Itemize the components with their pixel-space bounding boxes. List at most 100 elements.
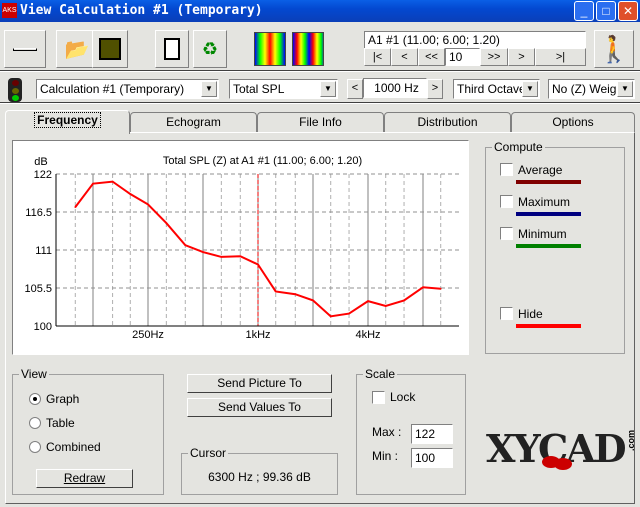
band-value: Third Octave [457,82,526,96]
view-table-label: Table [46,416,75,430]
chevron-down-icon[interactable]: ▼ [617,81,633,97]
data-point [274,290,277,293]
data-point [74,206,77,208]
walking-man-icon: 🚶 [597,33,631,64]
min-field[interactable]: 100 [411,448,453,468]
minimize-panel-icon [13,47,37,51]
compute-minimum-checkbox[interactable] [500,227,513,240]
compute-maximum-color-swatch [516,212,581,216]
data-point [92,182,94,185]
data-point [239,255,242,258]
data-point [111,180,114,183]
nav-prev-fast-button[interactable]: << [418,48,445,66]
view-graph-label: Graph [46,392,80,406]
compute-hide-checkbox[interactable] [500,307,513,320]
data-point [220,256,223,258]
nav-step-field[interactable]: 10 [445,48,480,66]
compute-group: Compute [485,140,625,354]
x-tick-label: 1kHz [245,329,270,341]
tab-file-info[interactable]: File Info [257,112,384,132]
nav-next-button[interactable]: > [508,48,535,66]
data-point [367,300,369,302]
redraw-label: Redraw [63,471,106,485]
collapse-button[interactable] [4,30,46,68]
data-point [147,203,149,206]
notepad-icon [164,38,180,60]
compute-maximum-label: Maximum [518,195,571,209]
chevron-down-icon[interactable]: ▼ [522,81,538,97]
data-point [439,287,442,290]
compute-average-color-swatch [516,180,581,184]
run-button[interactable]: 🚶 [594,30,634,68]
lock-checkbox[interactable] [372,391,385,404]
cursor-readout: 6300 Hz ; 99.36 dB [208,470,311,484]
data-point [329,315,332,318]
title-bar: View Calculation #1 (Temporary) [0,0,640,22]
frequency-chart: 122 116.5 111 105.5 100 250Hz 1kHz 4kHz dB Total … [12,140,469,355]
frequency-next-button[interactable]: > [427,79,443,99]
receiver-field[interactable]: A1 #1 (11.00; 6.00; 1.20) [364,31,586,49]
minimize-button[interactable]: _ [574,1,594,21]
quantity-value: Total SPL [233,82,285,96]
compute-minimum-color-swatch [516,244,581,248]
cursor-group: Cursor 6300 Hz ; 99.36 dB [181,446,338,495]
weighting-select[interactable]: No (Z) Weigh ▼ [548,79,635,99]
app-logo-icon: AKS [2,3,17,18]
band-select[interactable]: Third Octave ▼ [453,79,540,99]
data-point [312,299,314,302]
cursor-title: Cursor [188,446,229,460]
notes-button[interactable] [155,30,189,68]
view-combined-label: Combined [46,440,101,454]
send-picture-button[interactable]: Send Picture To [187,374,332,393]
compute-hide-label: Hide [518,307,543,321]
compute-average-checkbox[interactable] [500,163,513,176]
frequency-field[interactable]: 1000 Hz [363,78,427,98]
view-graph-radio[interactable] [29,393,41,405]
redraw-button[interactable]: Redraw [36,469,133,488]
lock-label: Lock [390,390,416,404]
min-label: Min : [372,449,399,463]
save-button[interactable] [92,30,128,68]
chevron-down-icon[interactable]: ▼ [201,81,217,97]
data-point [184,244,187,246]
scale-title: Scale [363,367,398,381]
view-combined-radio[interactable] [29,441,41,453]
nav-first-button[interactable]: |< [364,48,391,66]
nav-last-button[interactable]: >| [535,48,586,66]
y-tick-label: 105.5 [24,283,52,295]
nav-prev-button[interactable]: < [391,48,418,66]
tab-options[interactable]: Options [511,112,635,132]
close-button[interactable]: ✕ [618,1,638,21]
save-disk-icon [99,38,121,60]
tab-frequency[interactable]: Frequency [5,110,130,134]
frequency-prev-button[interactable]: < [347,79,363,99]
y-tick-label: 122 [34,169,52,181]
quantity-select[interactable]: Total SPL ▼ [229,79,338,99]
send-values-button[interactable]: Send Values To [187,398,332,417]
data-point [403,299,405,302]
x-tick-label: 4kHz [355,329,380,341]
max-label: Max : [372,425,402,439]
data-point [422,286,424,289]
toolbar-divider [0,102,640,104]
tab-echogram[interactable]: Echogram [130,112,257,132]
compute-maximum-checkbox[interactable] [500,195,513,208]
tab-distribution[interactable]: Distribution [384,112,511,132]
map-grid-icon[interactable] [292,32,324,66]
data-point [202,251,204,253]
open-folder-icon: 📂 [64,38,90,61]
recycle-icon: ♻ [201,38,219,59]
weighting-value: No (Z) Weigh [552,82,624,96]
nav-next-fast-button[interactable]: >> [480,48,508,66]
view-table-radio[interactable] [29,417,41,429]
chevron-down-icon[interactable]: ▼ [320,81,336,97]
compute-minimum-label: Minimum [518,227,567,241]
maximize-button[interactable]: □ [596,1,616,21]
xycad-logo: XYCAD .com [486,426,636,471]
chart-svg: 122 116.5 111 105.5 100 250Hz 1kHz 4kHz dB Total … [24,155,459,341]
calculation-select[interactable]: Calculation #1 (Temporary) ▼ [36,79,219,99]
recycle-button[interactable]: ♻ [193,30,227,68]
calculation-value: Calculation #1 (Temporary) [40,82,185,96]
max-field[interactable]: 122 [411,424,453,444]
map-single-icon[interactable] [254,32,286,66]
